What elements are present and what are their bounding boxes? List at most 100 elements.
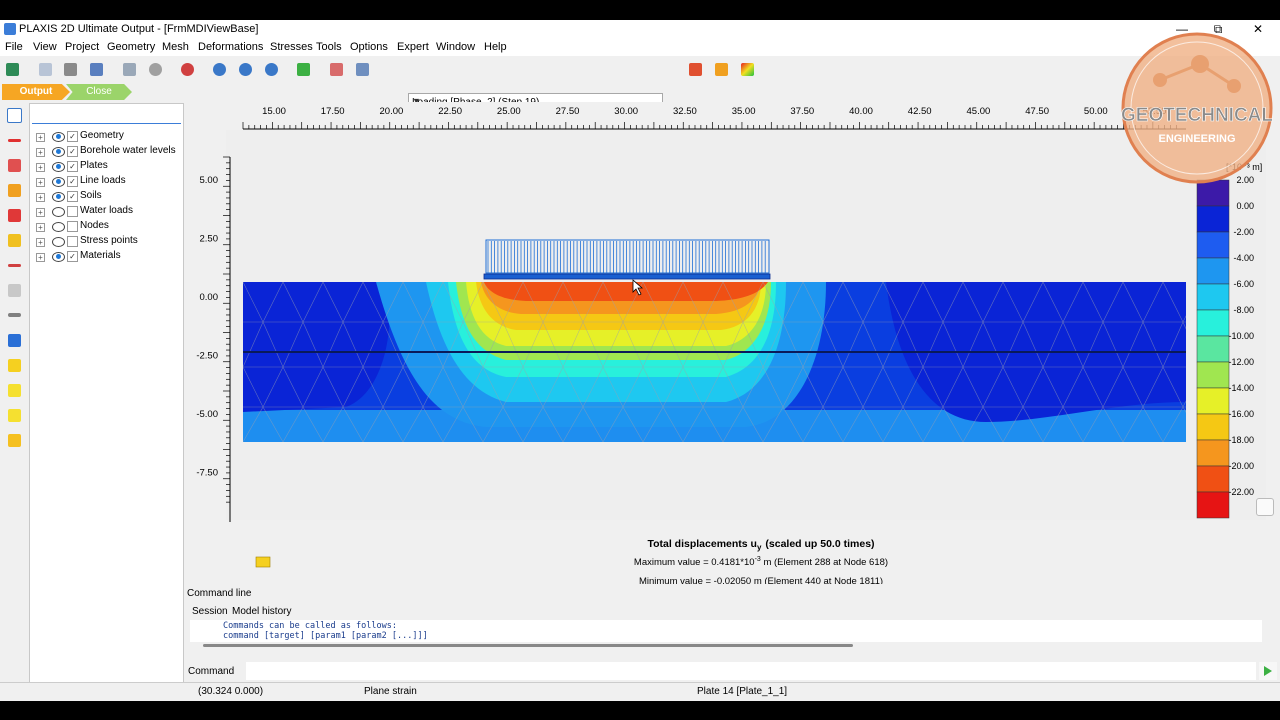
arrows-icon[interactable] — [686, 60, 704, 78]
line-cut-icon[interactable] — [5, 256, 23, 274]
tree-item-stress-points[interactable]: + Stress points — [34, 235, 182, 251]
cross-section-icon[interactable] — [327, 60, 345, 78]
eye-icon[interactable] — [52, 207, 65, 217]
eye-icon[interactable] — [52, 192, 65, 202]
menu-view[interactable]: View — [33, 41, 57, 53]
note-icon[interactable] — [5, 406, 23, 424]
command-panel: Command line Session Model history Comma… — [186, 584, 1280, 680]
run-command-button[interactable] — [1259, 662, 1277, 680]
plate[interactable] — [483, 273, 771, 280]
command-input[interactable] — [246, 662, 1256, 680]
print-icon[interactable] — [61, 60, 79, 78]
menu-bar: File View Project Geometry Mesh Deformat… — [0, 39, 1280, 56]
eye-icon[interactable] — [52, 132, 65, 142]
view-icon[interactable] — [146, 60, 164, 78]
menu-file[interactable]: File — [5, 41, 23, 53]
visibility-checkbox[interactable]: ✓ — [67, 191, 78, 202]
tab-close[interactable]: Close — [66, 84, 132, 100]
horizontal-scrollbar[interactable] — [203, 644, 853, 647]
tree-item-geometry[interactable]: + ✓ Geometry — [34, 130, 182, 146]
eye-icon[interactable] — [52, 237, 65, 247]
select-node-icon[interactable] — [5, 156, 23, 174]
tree-item-nodes[interactable]: + Nodes — [34, 220, 182, 236]
expand-icon[interactable]: + — [36, 178, 45, 187]
grid-icon[interactable] — [5, 281, 23, 299]
eye-icon[interactable] — [52, 162, 65, 172]
expand-icon[interactable]: + — [36, 223, 45, 232]
menu-expert[interactable]: Expert — [397, 41, 429, 53]
tree-item-water-loads[interactable]: + Water loads — [34, 205, 182, 221]
menu-geometry[interactable]: Geometry — [107, 41, 155, 53]
interface-icon[interactable] — [5, 306, 23, 324]
text-label-icon[interactable] — [5, 356, 23, 374]
menu-project[interactable]: Project — [65, 41, 99, 53]
menu-help[interactable]: Help — [484, 41, 507, 53]
eye-icon[interactable] — [52, 222, 65, 232]
legend-swatch — [1196, 413, 1230, 441]
zoom-out-icon[interactable] — [236, 60, 254, 78]
visibility-checkbox[interactable]: ✓ — [67, 176, 78, 187]
select-arrow-icon[interactable] — [5, 106, 23, 124]
menu-deformations[interactable]: Deformations — [198, 41, 263, 53]
tree-item-plates[interactable]: + ✓ Plates — [34, 160, 182, 176]
contour-icon[interactable] — [738, 60, 756, 78]
curve-points-icon[interactable] — [5, 181, 23, 199]
expand-icon[interactable]: + — [36, 253, 45, 262]
info-icon[interactable] — [5, 331, 23, 349]
pencil-icon[interactable] — [5, 431, 23, 449]
plot-canvas[interactable]: 15.00 17.50 20.00 22.50 25.00 27.50 30.00 32.50… — [186, 102, 1280, 602]
menu-mesh[interactable]: Mesh — [162, 41, 189, 53]
menu-tools[interactable]: Tools — [316, 41, 342, 53]
visibility-checkbox[interactable]: ✓ — [67, 251, 78, 262]
expand-icon[interactable]: + — [36, 238, 45, 247]
select-points-icon[interactable] — [178, 60, 196, 78]
expand-icon[interactable]: + — [36, 193, 45, 202]
geotechnical-engineering-logo: GEOTECHNICAL ENGINEERING — [1121, 32, 1274, 184]
lock-icon[interactable] — [1256, 498, 1274, 516]
visibility-checkbox[interactable] — [67, 221, 78, 232]
hint-marker-icon[interactable] — [255, 556, 271, 568]
visibility-checkbox[interactable]: ✓ — [67, 146, 78, 157]
tab-output[interactable]: Output — [2, 84, 70, 100]
pan-icon[interactable] — [294, 60, 312, 78]
copy-icon[interactable] — [36, 60, 54, 78]
visibility-checkbox[interactable]: ✓ — [67, 131, 78, 142]
expand-icon[interactable]: + — [36, 133, 45, 142]
expand-icon[interactable]: + — [36, 163, 45, 172]
zoom-in-icon[interactable] — [210, 60, 228, 78]
eye-icon[interactable] — [52, 177, 65, 187]
visibility-checkbox[interactable] — [67, 236, 78, 247]
menu-stresses[interactable]: Stresses — [270, 41, 313, 53]
structure-icon[interactable] — [5, 206, 23, 224]
command-label: Command — [188, 666, 235, 677]
annotation-icon[interactable] — [5, 381, 23, 399]
tree-search-input[interactable] — [32, 108, 181, 124]
expand-icon[interactable]: + — [36, 148, 45, 157]
open-project-icon[interactable] — [3, 60, 21, 78]
tab-session[interactable]: Session — [192, 606, 228, 617]
distance-icon[interactable] — [5, 131, 23, 149]
tree-item-line-loads[interactable]: + ✓ Line loads — [34, 175, 182, 191]
legend-tick-label: -8.00 — [1233, 305, 1254, 315]
table-icon[interactable] — [353, 60, 371, 78]
tree-item-soils[interactable]: + ✓ Soils — [34, 190, 182, 206]
eye-icon[interactable] — [52, 147, 65, 157]
expand-icon[interactable]: + — [36, 208, 45, 217]
menu-window[interactable]: Window — [436, 41, 475, 53]
status-bar: (30.324 0.000) Plane strain Plate 14 [Pl… — [0, 682, 1280, 701]
tree-item-label: Materials — [80, 250, 121, 261]
shadings-icon[interactable] — [712, 60, 730, 78]
caption-scale: (scaled up 50.0 times) — [765, 538, 874, 550]
hinge-icon[interactable] — [5, 231, 23, 249]
report-icon[interactable] — [87, 60, 105, 78]
export-image-icon[interactable] — [120, 60, 138, 78]
eye-icon[interactable] — [52, 252, 65, 262]
tree-item-borehole-water-levels[interactable]: + ✓ Borehole water levels — [34, 145, 182, 161]
tab-model-history[interactable]: Model history — [232, 606, 291, 617]
tree-item-materials[interactable]: + ✓ Materials — [34, 250, 182, 266]
zoom-extents-icon[interactable] — [262, 60, 280, 78]
visibility-checkbox[interactable]: ✓ — [67, 161, 78, 172]
menu-options[interactable]: Options — [350, 41, 388, 53]
x-tick-label: 45.00 — [967, 106, 991, 117]
visibility-checkbox[interactable] — [67, 206, 78, 217]
